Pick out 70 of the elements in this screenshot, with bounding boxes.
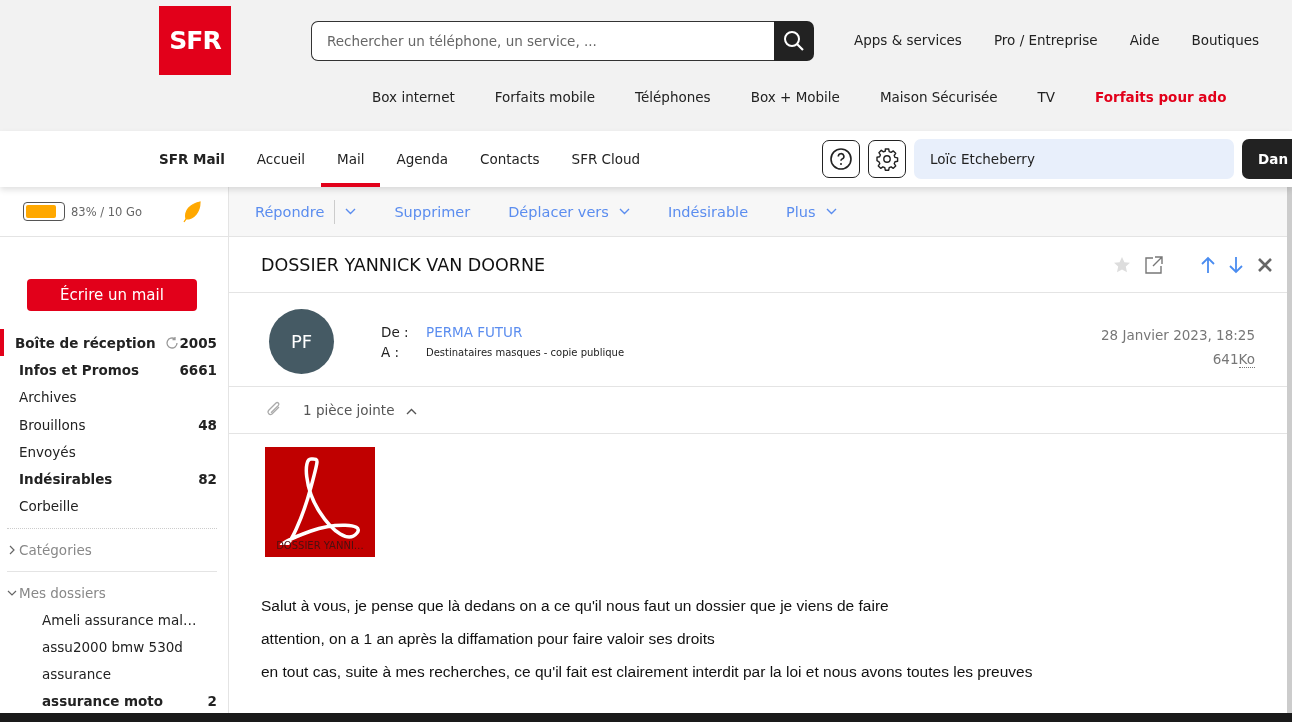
unread-count: 2 xyxy=(207,692,217,709)
account-button[interactable]: Dan xyxy=(1242,139,1292,179)
settings-icon xyxy=(875,147,900,171)
chevron-right-icon xyxy=(7,545,17,556)
nav-tab[interactable]: SFR Cloud xyxy=(555,131,657,187)
category-link[interactable]: Box + Mobile xyxy=(750,89,840,105)
search-field[interactable]: Rechercher un téléphone, un service, ... xyxy=(311,21,774,61)
compose-button[interactable]: Écrire un mail xyxy=(27,279,197,311)
category-link[interactable]: Téléphones xyxy=(635,89,711,105)
sender-avatar: PF xyxy=(269,309,334,374)
category-link[interactable]: TV xyxy=(1037,89,1056,105)
category-link[interactable]: Box internet xyxy=(372,89,455,105)
unread-count: 82 xyxy=(198,471,217,488)
arrow-down-icon[interactable] xyxy=(1229,255,1243,274)
message-size: 641 xyxy=(1212,351,1239,367)
storage-text: 83% / 10 Go xyxy=(71,204,142,219)
size-unit: Ko xyxy=(1238,351,1255,368)
header-link[interactable]: Aide xyxy=(1129,32,1160,48)
search-button[interactable] xyxy=(774,21,814,61)
message-paragraph: attention, on a 1 an après la diffamation pour faire valoir ses droits xyxy=(261,630,716,648)
folder-item[interactable]: Ameli assurance mal… xyxy=(7,606,217,634)
nav-tab[interactable]: Contacts xyxy=(464,131,556,187)
chevron-down-icon[interactable] xyxy=(345,208,357,215)
folder-item[interactable]: Infos et Promos 6661 xyxy=(0,356,228,384)
nav-tab[interactable]: Accueil xyxy=(240,131,322,187)
search-icon xyxy=(783,30,805,52)
nav-tab[interactable]: Agenda xyxy=(380,131,464,187)
to-label: A : xyxy=(381,344,401,360)
arrow-up-icon[interactable] xyxy=(1201,255,1215,274)
unread-count: 6661 xyxy=(179,361,217,378)
folder-item[interactable]: Boîte de réception 2005 xyxy=(0,329,228,357)
section-header[interactable]: Catégories xyxy=(7,537,217,564)
header-link[interactable]: Boutiques xyxy=(1191,32,1260,48)
message-paragraph: en tout cas, suite à mes recherches, ce qu'il fait est clairement interdit par la loi et nous avons toutes les preuves xyxy=(261,663,1034,681)
message-subject: DOSSIER YANNICK VAN DOORNE xyxy=(261,254,546,275)
unread-count: 2005 xyxy=(179,334,217,351)
user-name[interactable]: Loïc Etcheberry xyxy=(914,139,1235,179)
folder-item[interactable]: Archives xyxy=(0,383,228,411)
close-icon[interactable] xyxy=(1257,256,1273,273)
message-date: 28 Janvier 2023, 18:25 xyxy=(1101,327,1255,343)
folder-item[interactable]: Corbeille xyxy=(0,492,228,521)
folder-item[interactable]: assurance xyxy=(7,660,217,688)
folder-item[interactable]: Envoyés xyxy=(0,438,228,466)
folder-item[interactable]: Indésirables 82 xyxy=(0,465,228,493)
refresh-icon[interactable] xyxy=(164,335,179,350)
header-link[interactable]: Pro / Entreprise xyxy=(993,32,1098,48)
chevron-up-icon[interactable] xyxy=(406,408,418,415)
help-icon xyxy=(829,147,854,171)
folder-item[interactable]: Brouillons 48 xyxy=(0,410,228,439)
from-label: De : xyxy=(381,324,410,340)
category-link[interactable]: Forfaits mobile xyxy=(494,89,596,105)
settings-button[interactable] xyxy=(868,140,907,178)
recipients-text: Destinataires masques - copie publique xyxy=(426,346,625,358)
header-link[interactable]: Apps & services xyxy=(854,32,962,48)
chevron-down-icon[interactable] xyxy=(825,208,837,215)
folder-item[interactable]: assurance moto 2 xyxy=(7,687,217,715)
folder-item[interactable]: assu2000 bmw 530d xyxy=(7,633,217,661)
external-link-icon[interactable] xyxy=(1145,255,1163,274)
leaf-icon[interactable] xyxy=(182,200,202,223)
category-link[interactable]: Maison Sécurisée xyxy=(879,89,998,105)
app-name: SFR Mail xyxy=(159,150,225,169)
help-button[interactable] xyxy=(822,140,861,178)
category-link[interactable]: Forfaits pour ado xyxy=(1095,89,1227,105)
message-paragraph: Salut à vous, je pense que là dedans on a ce qu'il nous faut un dossier que je viens de faire xyxy=(261,597,890,615)
attachment-count[interactable]: 1 pièce jointe xyxy=(303,402,395,418)
unread-count: 48 xyxy=(198,416,217,433)
section-header[interactable]: Mes dossiers xyxy=(7,580,217,607)
sfr-logo[interactable]: SFR xyxy=(159,6,231,75)
chevron-down-icon[interactable] xyxy=(618,208,630,215)
star-icon[interactable] xyxy=(1113,255,1131,274)
